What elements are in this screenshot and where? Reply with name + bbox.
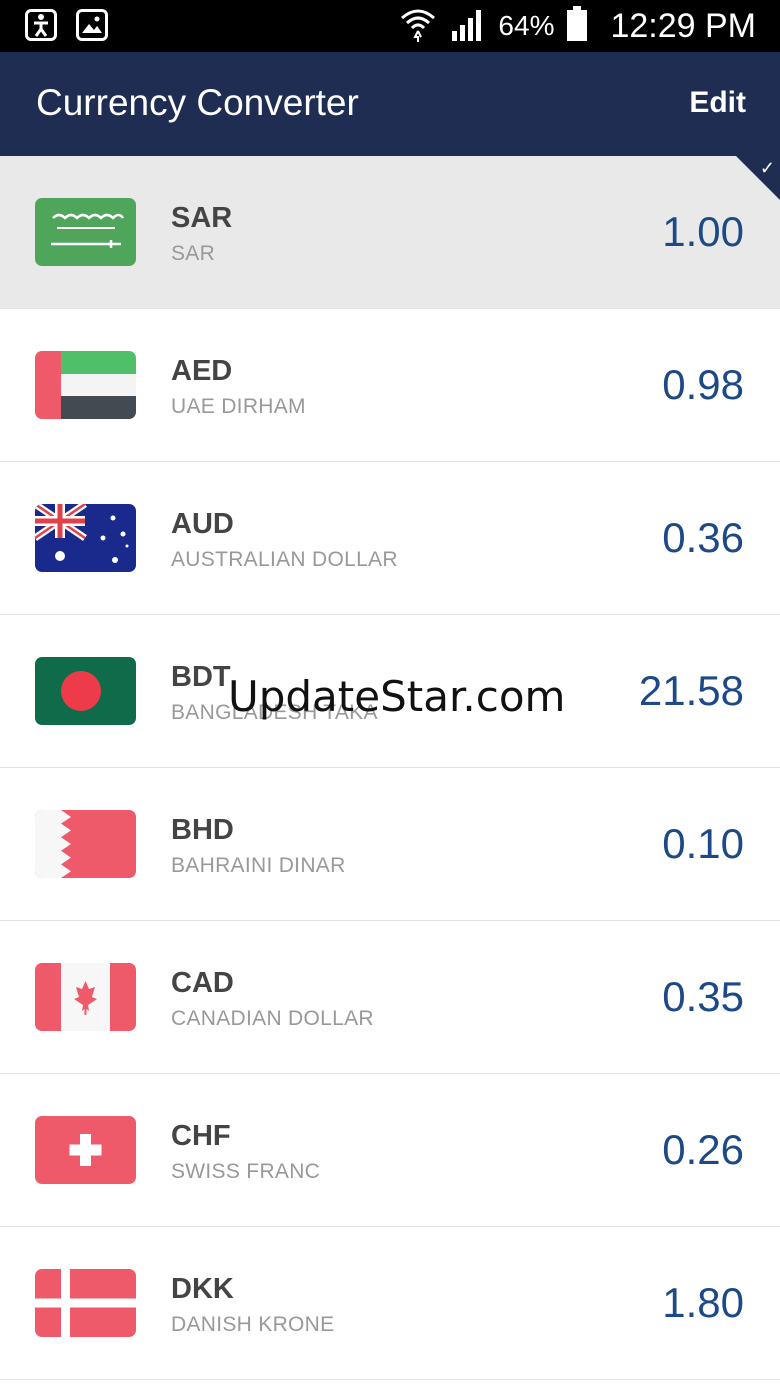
currency-name: UAE DIRHAM [171, 395, 306, 418]
wifi-icon [398, 4, 438, 49]
currency-code: AED [171, 355, 233, 387]
currency-value: 0.98 [662, 361, 744, 408]
currency-row-sar[interactable]: ✓ SAR SAR 1.00 [0, 156, 780, 309]
currency-code: CAD [171, 967, 234, 999]
currency-name: SWISS FRANC [171, 1160, 321, 1183]
bahrain-flag-icon [35, 810, 136, 878]
currency-value: 0.36 [662, 514, 744, 561]
currency-value: 1.00 [662, 208, 744, 255]
switzerland-flag-icon [35, 1116, 136, 1184]
currency-value: 0.35 [662, 973, 744, 1020]
currency-value: 0.10 [662, 820, 744, 867]
currency-row-cad[interactable]: CAD CANADIAN DOLLAR 0.35 [0, 921, 780, 1074]
currency-row-chf[interactable]: CHF SWISS FRANC 0.26 [0, 1074, 780, 1227]
gallery-icon [76, 9, 108, 41]
currency-value: 0.26 [662, 1126, 744, 1173]
status-bar: 64% 12:29 PM [0, 0, 780, 52]
signal-icon [450, 7, 486, 46]
currency-row-aed[interactable]: AED UAE DIRHAM 0.98 [0, 309, 780, 462]
edit-button[interactable]: Edit [689, 86, 746, 120]
saudi-arabia-flag-icon [35, 198, 136, 266]
currency-name: BAHRAINI DINAR [171, 854, 346, 877]
currency-code: BDT [171, 661, 231, 693]
currency-value: 1.80 [662, 1279, 744, 1326]
canada-flag-icon [35, 963, 136, 1031]
checkmark-icon: ✓ [759, 158, 775, 178]
currency-code: SAR [171, 202, 233, 234]
currency-code: CHF [171, 1120, 231, 1152]
app-bar: Currency Converter Edit [0, 52, 780, 156]
denmark-flag-icon [35, 1269, 136, 1337]
currency-row-dkk[interactable]: DKK DANISH KRONE 1.80 [0, 1227, 780, 1380]
currency-code: DKK [171, 1273, 234, 1305]
currency-code: AUD [171, 508, 234, 540]
currency-name: DANISH KRONE [171, 1313, 335, 1336]
currency-code: BHD [171, 814, 234, 846]
watermark: UpdateStar.com [228, 672, 566, 721]
currency-value: 21.58 [638, 667, 744, 714]
currency-row-aud[interactable]: AUD AUSTRALIAN DOLLAR 0.36 [0, 462, 780, 615]
battery-percent: 64% [498, 10, 555, 41]
currency-row-bhd[interactable]: BHD BAHRAINI DINAR 0.10 [0, 768, 780, 921]
currency-list: ✓ SAR SAR 1.00 AED UAE DIRHAM 0.98 AUD A… [0, 156, 780, 1380]
currency-name: CANADIAN DOLLAR [171, 1007, 374, 1030]
accessibility-icon [25, 9, 57, 41]
battery-icon [566, 5, 588, 47]
bangladesh-flag-icon [35, 657, 136, 725]
uae-flag-icon [35, 351, 136, 419]
currency-name: SAR [171, 242, 216, 265]
australia-flag-icon [35, 504, 136, 572]
currency-name: AUSTRALIAN DOLLAR [171, 548, 398, 571]
clock: 12:29 PM [610, 6, 756, 45]
page-title: Currency Converter [36, 82, 359, 123]
